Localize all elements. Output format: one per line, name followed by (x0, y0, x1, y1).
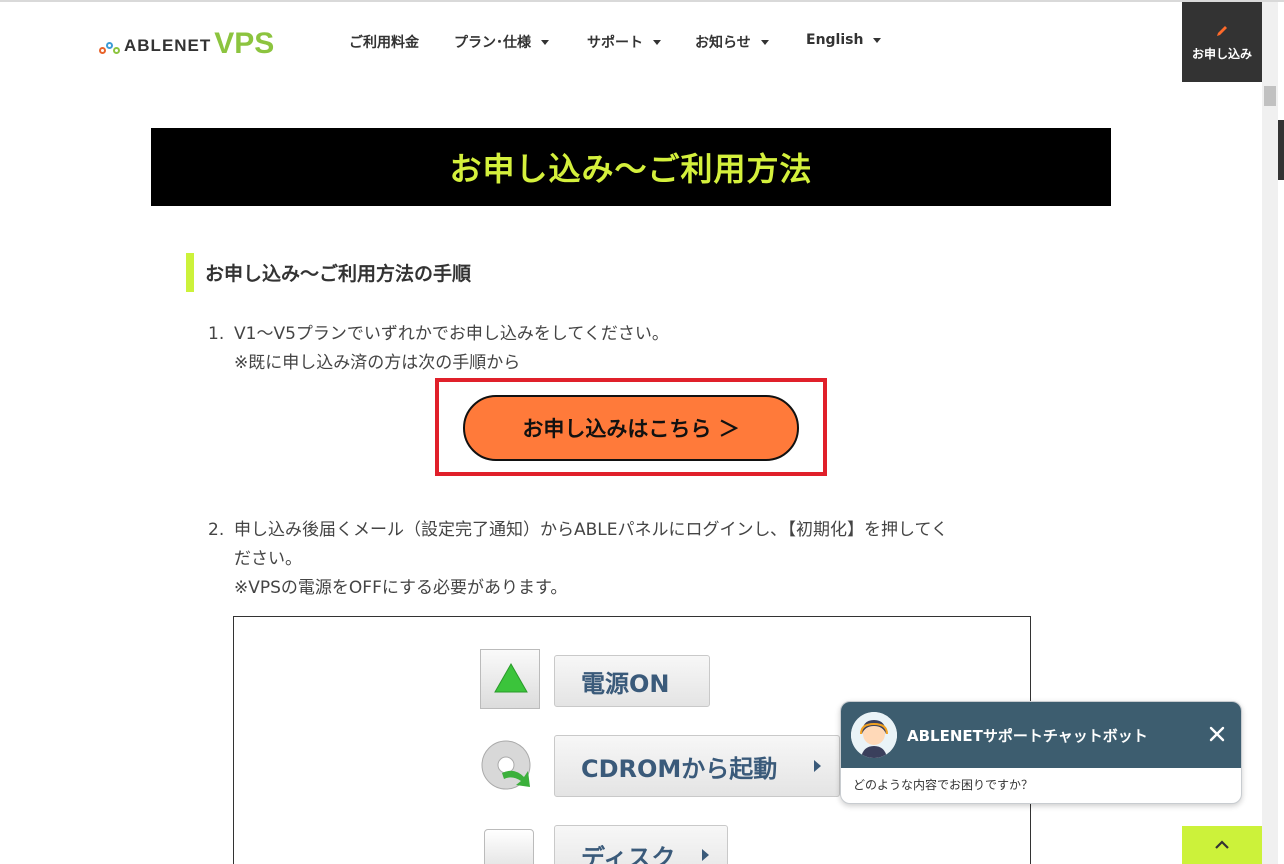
scrollbar-track[interactable] (1262, 2, 1278, 864)
disk-icon (484, 829, 534, 864)
logo-dots-icon (99, 41, 121, 55)
logo-vps: VPS (214, 27, 275, 60)
step-number: 1. (208, 324, 225, 344)
disk-label: ディスク (581, 843, 676, 864)
apply-here-label: お申し込みはこちら ＞ (522, 417, 740, 441)
nav-label: プラン･仕様 (454, 35, 531, 51)
scrollbar-thumb[interactable] (1264, 86, 1276, 106)
power-on-button: 電源ON (554, 655, 710, 707)
pencil-icon (1217, 25, 1227, 36)
nav-label: サポート (587, 35, 643, 51)
site-logo[interactable]: ABLENET VPS (99, 27, 275, 60)
back-to-top-button[interactable] (1182, 826, 1262, 864)
cdrom-boot-label: CDROMから起動 (581, 754, 778, 783)
step-text: ださい。 (234, 549, 302, 569)
page-banner: お申し込み～ご利用方法 (151, 128, 1111, 206)
cdrom-icon (480, 737, 540, 797)
section-title: お申し込み～ご利用方法の手順 (205, 263, 472, 285)
close-icon[interactable] (1207, 724, 1227, 744)
logo-text: ABLENET (124, 36, 212, 55)
step-note: ※既に申し込み済の方は次の手順から (234, 353, 521, 373)
step-2: 2. 申し込み後届くメール（設定完了通知）からABLEパネルにログインし､【初期… (208, 516, 1038, 606)
header-apply-label: お申し込み (1191, 46, 1252, 61)
caret-down-icon (760, 39, 769, 45)
power-on-label: 電源ON (581, 669, 670, 698)
nav-item-support[interactable]: サポート (587, 32, 661, 52)
chevron-right-icon (702, 849, 709, 861)
nav-label: お知らせ (695, 35, 751, 51)
step-text: V1～V5プランでいずれかでお申し込みをしてください。 (234, 324, 669, 344)
page-title: お申し込み～ご利用方法 (449, 150, 813, 188)
cdrom-boot-button: CDROMから起動 (554, 735, 840, 797)
step-1: 1. V1～V5プランでいずれかでお申し込みをしてください。 ※既に申し込み済の… (208, 320, 1038, 380)
chatbot-header: ABLENETサポートチャットボット (841, 702, 1241, 768)
step-text: 申し込み後届くメール（設定完了通知）からABLEパネルにログインし､【初期化】を… (234, 520, 948, 540)
chevron-up-icon (1215, 840, 1229, 849)
chevron-right-icon (814, 760, 821, 772)
apply-here-button[interactable]: お申し込みはこちら ＞ (463, 395, 799, 461)
chatbot-title: ABLENETサポートチャットボット (907, 726, 1148, 745)
nav-item-pricing[interactable]: ご利用料金 (349, 32, 419, 52)
nav-label: English (806, 32, 864, 48)
nav-item-english[interactable]: English (806, 32, 882, 48)
section-accent-bar (186, 253, 194, 292)
power-on-icon (480, 649, 540, 709)
nav-item-news[interactable]: お知らせ (695, 32, 769, 52)
step-note: ※VPSの電源をOFFにする必要があります。 (234, 578, 568, 598)
nav-item-plans[interactable]: プラン･仕様 (454, 32, 549, 52)
side-edge (1278, 120, 1284, 180)
caret-down-icon (873, 37, 882, 43)
caret-down-icon (653, 39, 661, 45)
chatbot-message: どのような内容でお困りですか？ (853, 778, 1034, 792)
site-header: ABLENET VPS ご利用料金 プラン･仕様 サポート お知らせ Engli… (0, 2, 1262, 82)
step-number: 2. (208, 520, 225, 540)
nav-label: ご利用料金 (349, 35, 419, 51)
chatbot-avatar (851, 712, 897, 758)
caret-down-icon (541, 39, 549, 45)
header-apply-button[interactable]: お申し込み (1182, 2, 1262, 82)
chatbot-widget[interactable]: ABLENETサポートチャットボット どのような内容でお困りですか？ (840, 701, 1242, 804)
section-heading: お申し込み～ご利用方法の手順 (186, 253, 471, 292)
disk-button: ディスク (554, 825, 728, 864)
